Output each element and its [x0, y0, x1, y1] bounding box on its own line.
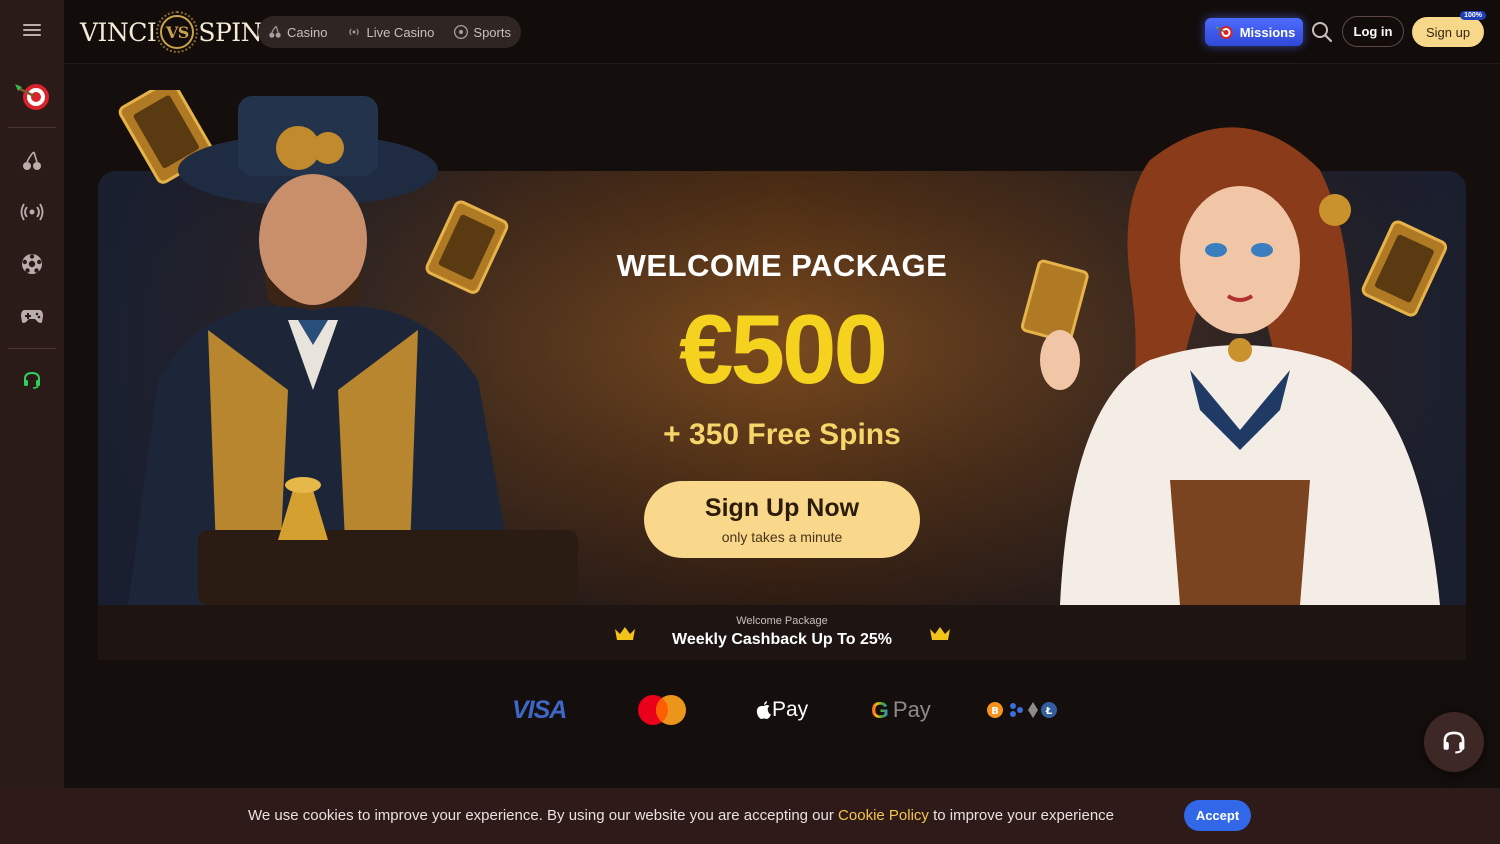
- sidebar: [0, 0, 64, 844]
- cookie-policy-link[interactable]: Cookie Policy: [838, 807, 929, 824]
- missions-button[interactable]: Missions: [1205, 18, 1303, 46]
- search-button[interactable]: [1310, 20, 1334, 44]
- headset-icon: [24, 371, 40, 389]
- cherries-icon: [23, 151, 41, 170]
- football-icon: [454, 25, 469, 39]
- lady-illustration: [1020, 127, 1448, 605]
- dart-target-icon: [15, 84, 49, 110]
- promo-strip-label: Welcome Package: [736, 615, 828, 627]
- signup-button[interactable]: Sign up 100%: [1412, 11, 1486, 47]
- gentleman-illustration: [118, 90, 578, 605]
- top-header: VINCI VS SPIN Casino Live Casino Sports …: [64, 0, 1500, 64]
- crypto-logos: B Ł: [987, 702, 1057, 718]
- dart-target-icon: [1215, 26, 1233, 39]
- apple-pay-logo: Pay: [756, 690, 808, 730]
- google-g-icon: G: [871, 696, 889, 723]
- sidebar-divider: [8, 348, 56, 349]
- free-spins-text: + 350 Free Spins: [663, 418, 901, 451]
- promo-strip: Welcome Package Weekly Cashback Up To 25…: [98, 605, 1466, 660]
- signup-bonus-badge: 100%: [1460, 11, 1486, 20]
- football-icon: [22, 254, 42, 274]
- crown-icon: [615, 627, 635, 640]
- apple-icon: [756, 700, 771, 719]
- sidebar-item-live-casino[interactable]: [0, 190, 64, 234]
- menu-button[interactable]: [0, 8, 64, 52]
- sidebar-item-missions[interactable]: [0, 74, 64, 118]
- accept-cookies-button[interactable]: Accept: [1184, 800, 1251, 831]
- live-support-button[interactable]: [1424, 712, 1484, 772]
- broadcast-icon: [20, 203, 44, 221]
- bonus-amount: €500: [678, 294, 888, 404]
- top-nav: Casino Live Casino Sports: [258, 16, 521, 48]
- svg-text:B: B: [991, 706, 999, 717]
- search-icon: [1312, 22, 1333, 43]
- sidebar-item-support[interactable]: [0, 358, 64, 402]
- nav-live-casino[interactable]: Live Casino: [347, 25, 434, 40]
- logo-text-right: SPIN: [198, 17, 263, 47]
- signup-now-button[interactable]: Sign Up Now only takes a minute: [644, 481, 920, 558]
- nav-sports[interactable]: Sports: [454, 25, 511, 40]
- broadcast-icon: [349, 28, 360, 36]
- menu-icon: [23, 24, 41, 36]
- login-button[interactable]: Log in: [1342, 16, 1404, 47]
- promo-strip-title[interactable]: Weekly Cashback Up To 25%: [98, 631, 1466, 649]
- mastercard-logo: [638, 695, 686, 725]
- cherries-icon: [269, 25, 281, 38]
- cta-sub-label: only takes a minute: [721, 529, 843, 545]
- google-pay-logo: G Pay: [871, 696, 931, 723]
- logo-text-left: VINCI: [80, 17, 157, 47]
- crown-icon: [930, 627, 950, 640]
- svg-text:Ł: Ł: [1045, 706, 1053, 717]
- sidebar-item-games[interactable]: [0, 294, 64, 338]
- cookie-message: We use cookies to improve your experienc…: [248, 807, 1115, 824]
- sidebar-item-casino[interactable]: [0, 139, 64, 183]
- visa-logo: VISA: [512, 695, 567, 724]
- cta-main-label: Sign Up Now: [704, 494, 860, 522]
- nav-casino[interactable]: Casino: [268, 25, 327, 40]
- welcome-title: WELCOME PACKAGE: [616, 248, 948, 283]
- gamepad-icon: [21, 310, 43, 323]
- headset-icon: [1443, 731, 1465, 754]
- cookie-banner: We use cookies to improve your experienc…: [0, 788, 1500, 844]
- site-logo[interactable]: VINCI VS SPIN: [80, 11, 263, 53]
- logo-badge: VS: [156, 11, 199, 53]
- sidebar-divider: [8, 127, 56, 128]
- sidebar-item-sports[interactable]: [0, 242, 64, 286]
